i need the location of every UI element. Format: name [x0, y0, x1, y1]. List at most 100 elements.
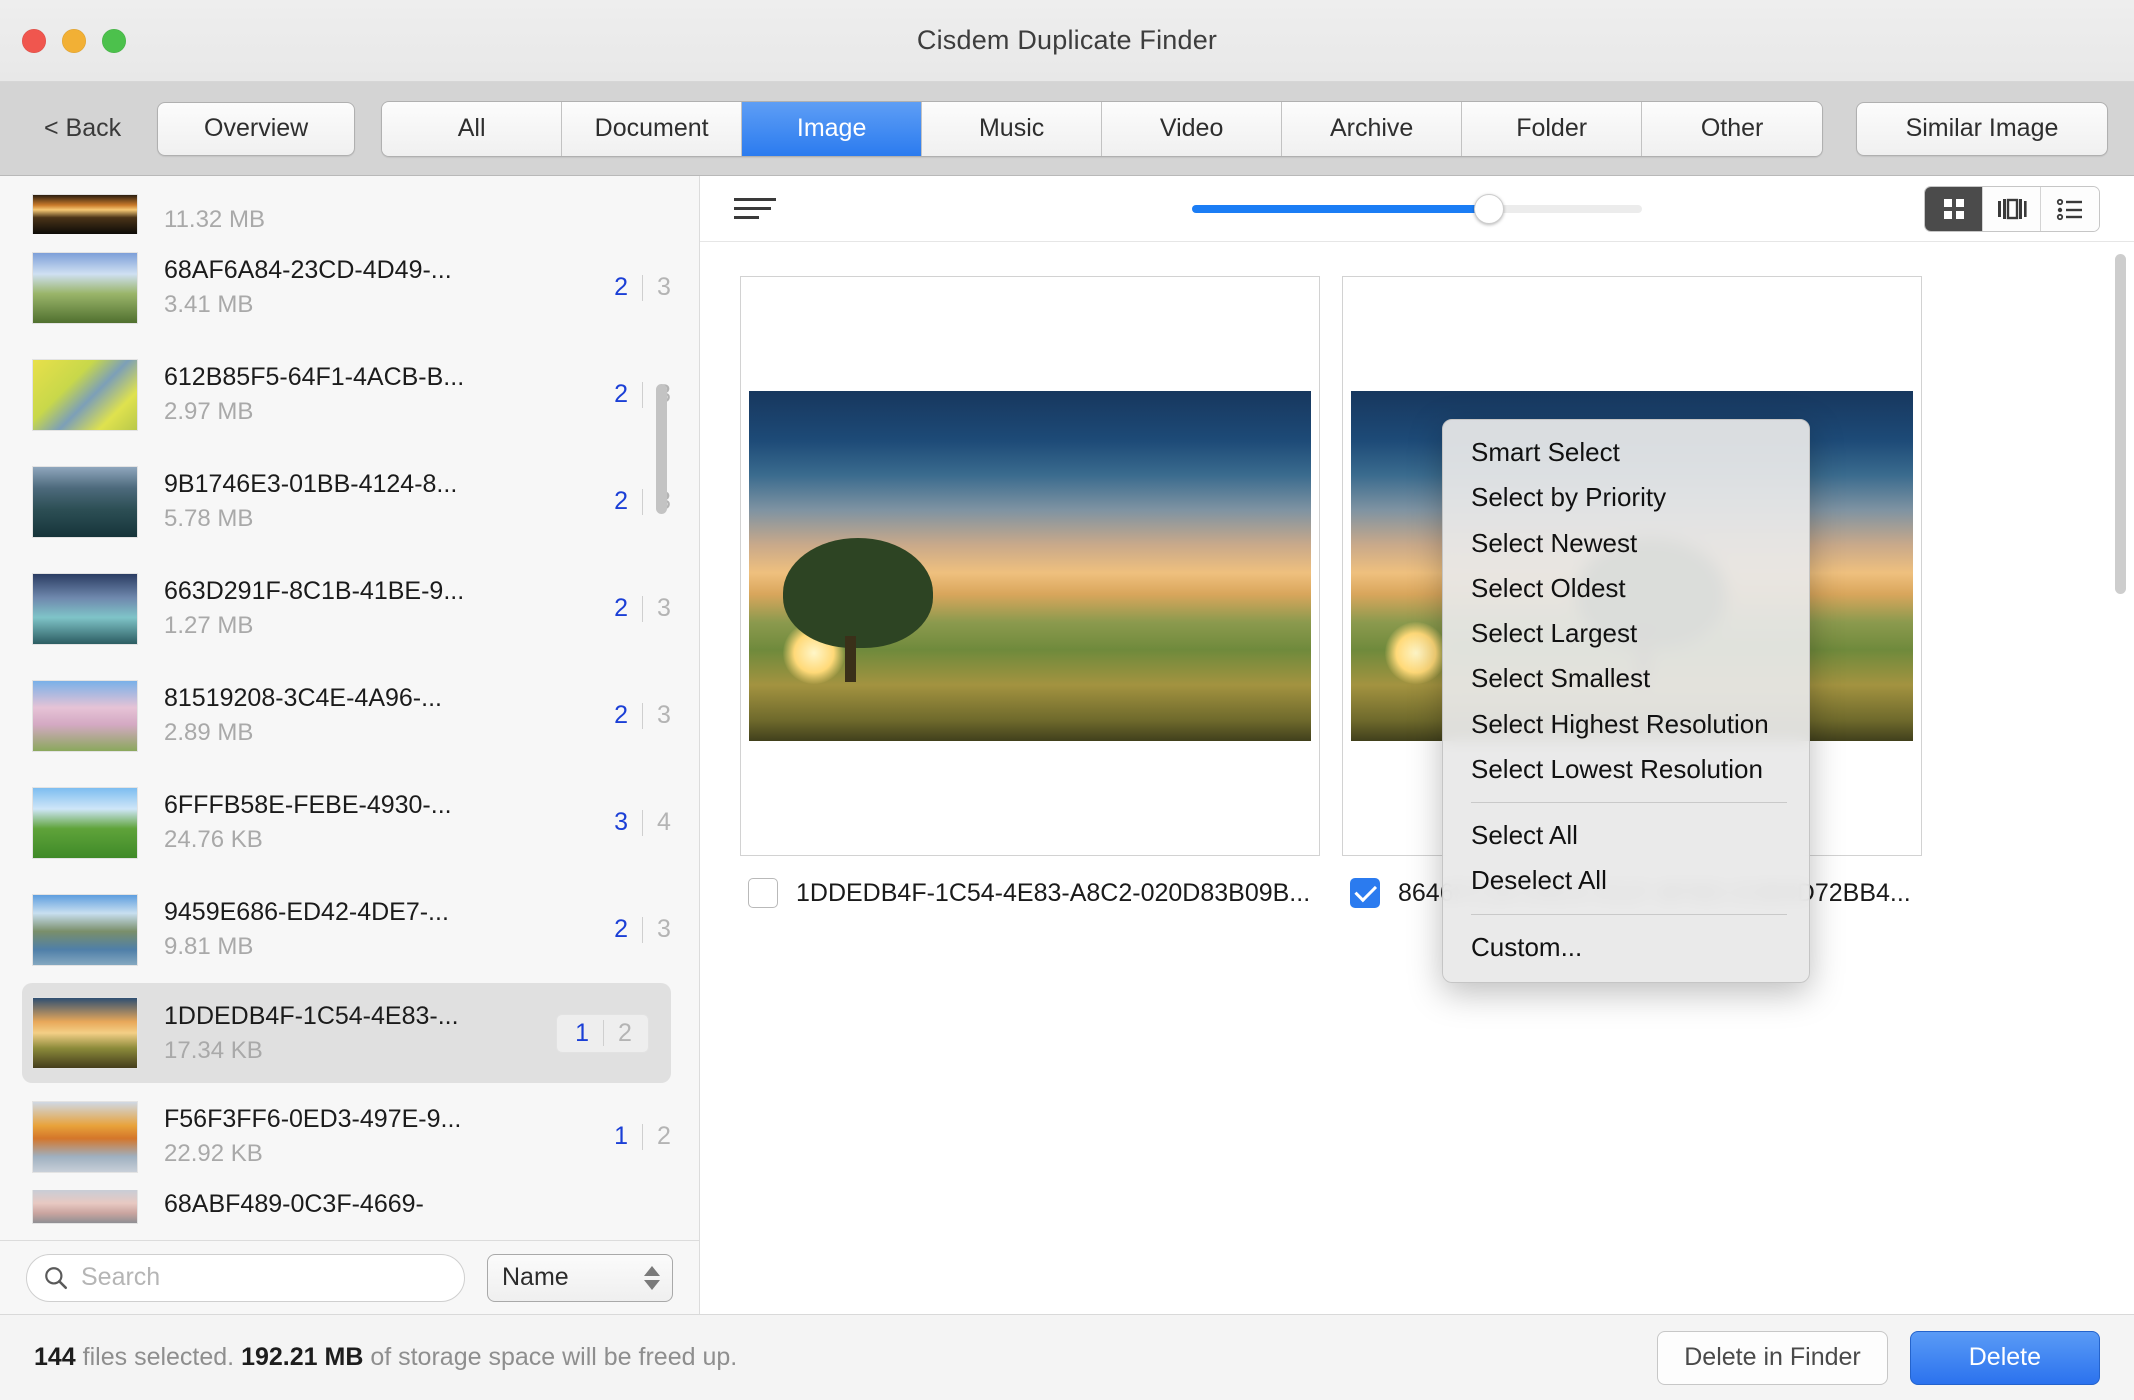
menu-item-smart-select[interactable]: Smart Select	[1443, 430, 1809, 475]
grid-view-icon[interactable]	[1925, 186, 1983, 231]
file-name: 68ABF489-0C3F-4669-	[164, 1190, 424, 1218]
menu-item-select-newest[interactable]: Select Newest	[1443, 521, 1809, 566]
duplicate-count-badge: 34	[590, 808, 677, 837]
tab-video[interactable]: Video	[1102, 101, 1283, 156]
sidebar-scrollbar-thumb[interactable]	[656, 384, 667, 514]
file-size: 17.34 KB	[164, 1036, 263, 1064]
search-box[interactable]	[26, 1253, 465, 1302]
content-scrollbar[interactable]	[2115, 254, 2126, 954]
hamburger-icon[interactable]	[734, 195, 776, 223]
tab-all[interactable]: All	[382, 101, 563, 156]
card-checkbox[interactable]	[1350, 878, 1380, 908]
menu-separator	[1471, 913, 1787, 915]
card-frame[interactable]	[740, 276, 1320, 856]
tab-other[interactable]: Other	[1642, 101, 1823, 156]
tab-music[interactable]: Music	[922, 101, 1103, 156]
count-divider	[642, 809, 643, 836]
minimize-button[interactable]	[62, 28, 86, 53]
menu-item-select-by-priority[interactable]: Select by Priority	[1443, 475, 1809, 520]
duplicate-card[interactable]: 1DDEDB4F-1C54-4E83-A8C2-020D83B09B...	[740, 276, 1320, 908]
tab-image[interactable]: Image	[742, 101, 923, 156]
selected-count: 2	[614, 273, 628, 301]
file-meta: 612B85F5-64F1-4ACB-B... 2.97 MB	[164, 363, 590, 426]
file-list-item[interactable]: 81519208-3C4E-4A96-... 2.89 MB 2 3	[0, 662, 699, 769]
file-list-item[interactable]: F56F3FF6-0ED3-497E-9... 22.92 KB 1 2	[0, 1083, 699, 1190]
file-list-item[interactable]: 68ABF489-0C3F-4669-	[0, 1190, 699, 1240]
thumbnail-size-slider[interactable]	[1192, 193, 1642, 224]
file-meta: 9459E686-ED42-4DE7-... 9.81 MB	[164, 898, 590, 961]
selected-count: 2	[614, 594, 628, 622]
similar-image-button[interactable]: Similar Image	[1856, 101, 2108, 156]
zoom-button[interactable]	[102, 28, 126, 53]
content-panel: 1DDEDB4F-1C54-4E83-A8C2-020D83B09B...864…	[700, 176, 2134, 1314]
duplicate-count-badge: 23	[590, 915, 677, 944]
content-scrollbar-thumb[interactable]	[2115, 254, 2126, 594]
search-input[interactable]	[81, 1263, 448, 1292]
menu-item-custom[interactable]: Custom...	[1443, 925, 1809, 970]
card-label-row: 1DDEDB4F-1C54-4E83-A8C2-020D83B09B...	[740, 878, 1320, 908]
file-thumbnail	[32, 1100, 138, 1173]
count-divider	[642, 916, 643, 943]
file-meta: F56F3FF6-0ED3-497E-9... 22.92 KB	[164, 1105, 590, 1168]
file-size: 2.97 MB	[164, 398, 254, 425]
total-count: 2	[618, 1018, 632, 1047]
tab-folder[interactable]: Folder	[1462, 101, 1643, 156]
back-button[interactable]: < Back	[26, 108, 143, 149]
tab-label: Video	[1159, 114, 1224, 142]
menu-item-select-largest[interactable]: Select Largest	[1443, 611, 1809, 656]
file-list-item[interactable]: 9459E686-ED42-4DE7-... 9.81 MB 2 3	[0, 876, 699, 983]
file-thumbnail	[32, 465, 138, 538]
count-divider	[603, 1020, 604, 1046]
file-list-item[interactable]: 1DDEDB4F-1C54-4E83-... 17.34 KB 1 2	[22, 983, 671, 1083]
list-view-icon[interactable]	[2041, 186, 2099, 231]
selected-count: 2	[614, 380, 628, 408]
file-meta: 68AF6A84-23CD-4D49-... 3.41 MB	[164, 256, 590, 319]
status-footer: 144 files selected. 192.21 MB of storage…	[0, 1314, 2134, 1400]
tab-document[interactable]: Document	[562, 101, 743, 156]
menu-item-select-oldest[interactable]: Select Oldest	[1443, 566, 1809, 611]
file-thumbnail	[32, 997, 138, 1069]
sidebar-scrollbar[interactable]	[656, 326, 667, 806]
search-icon	[45, 1266, 68, 1289]
file-list-item[interactable]: 11.32 MB	[0, 176, 699, 234]
menu-item-select-smallest[interactable]: Select Smallest	[1443, 656, 1809, 701]
sort-select[interactable]: Name	[487, 1253, 673, 1302]
file-size: 2.89 MB	[164, 719, 254, 746]
file-meta: 1DDEDB4F-1C54-4E83-... 17.34 KB	[164, 1002, 556, 1065]
delete-in-finder-button[interactable]: Delete in Finder	[1657, 1330, 1888, 1385]
file-name: 6FFFB58E-FEBE-4930-...	[164, 791, 452, 819]
card-checkbox[interactable]	[748, 878, 778, 908]
tree-trunk-decoration	[844, 636, 856, 682]
slider-fill	[1192, 204, 1489, 213]
menu-item-deselect-all[interactable]: Deselect All	[1443, 858, 1809, 903]
file-name: 1DDEDB4F-1C54-4E83-...	[164, 1001, 459, 1030]
footer-buttons: Delete in Finder Delete	[1657, 1330, 2100, 1385]
file-list[interactable]: 11.32 MB 68AF6A84-23CD-4D49-... 3.41 MB 2 3 6…	[0, 176, 699, 1240]
tab-label: Image	[796, 114, 867, 142]
file-list-item[interactable]: 68AF6A84-23CD-4D49-... 3.41 MB 2 3	[0, 234, 699, 341]
tab-archive[interactable]: Archive	[1282, 101, 1463, 156]
file-list-item[interactable]: 9B1746E3-01BB-4124-8...5.78 MB23	[0, 448, 699, 555]
file-thumbnail	[32, 1190, 138, 1224]
file-list-item[interactable]: 6FFFB58E-FEBE-4930-... 24.76 KB 3 4	[0, 769, 699, 876]
coverflow-view-icon[interactable]	[1983, 186, 2041, 231]
close-button[interactable]	[22, 28, 46, 53]
file-list-item[interactable]: 663D291F-8C1B-41BE-9... 1.27 MB 2 3	[0, 555, 699, 662]
slider-knob[interactable]	[1474, 193, 1504, 224]
main-toolbar: < Back Overview All Document Image Music Vid…	[0, 82, 2134, 176]
delete-button[interactable]: Delete	[1909, 1330, 2100, 1385]
overview-button[interactable]: Overview	[157, 101, 356, 156]
menu-item-select-lowest-resolution[interactable]: Select Lowest Resolution	[1443, 747, 1809, 792]
file-thumbnail	[32, 251, 138, 324]
menu-item-select-all[interactable]: Select All	[1443, 813, 1809, 858]
file-name: 68AF6A84-23CD-4D49-...	[164, 256, 452, 284]
selected-count: 1	[575, 1018, 589, 1047]
status-tail-text: of storage space will be freed up.	[363, 1343, 738, 1371]
menu-item-select-highest-resolution[interactable]: Select Highest Resolution	[1443, 702, 1809, 747]
file-size: 22.92 KB	[164, 1140, 263, 1167]
tab-label: All	[457, 114, 486, 142]
tab-label: Music	[978, 114, 1045, 142]
count-divider	[642, 595, 643, 622]
file-list-item[interactable]: 612B85F5-64F1-4ACB-B...2.97 MB23	[0, 341, 699, 448]
file-name: 81519208-3C4E-4A96-...	[164, 684, 442, 712]
